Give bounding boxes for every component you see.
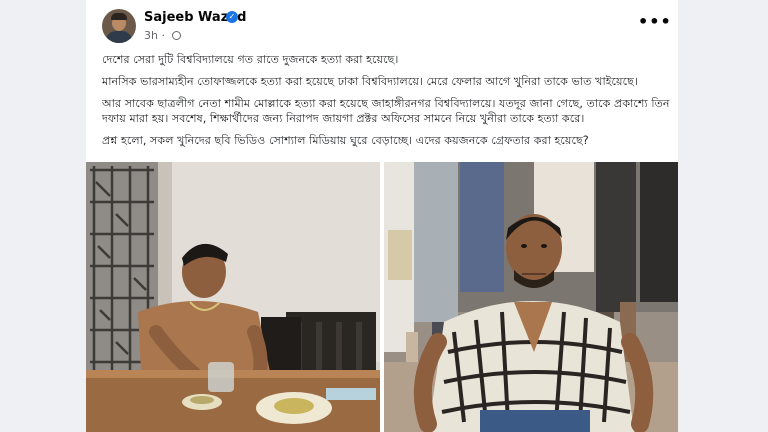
verified-badge-icon: ✓ <box>226 11 238 23</box>
post-paragraph: আর সাবেক ছাত্রলীগ নেতা শামীম মোল্লাকে হত… <box>102 97 670 125</box>
post-paragraph: মানসিক ভারসাম্যহীন তোফাজ্জলকে হত্যা করা … <box>102 75 638 88</box>
globe-icon <box>172 31 182 40</box>
post-paragraph: দেশের সেরা দুটি বিশ্ববিদ্যালয়ে গত রাতে … <box>102 53 399 66</box>
post-photo-left[interactable] <box>86 162 380 432</box>
photo-grid <box>86 162 678 432</box>
facebook-post: Sajeeb Wazed ✓ 3h · ••• দেশের সেরা দুটি … <box>86 0 678 432</box>
post-time[interactable]: 3h <box>144 29 158 42</box>
post-photo-right[interactable] <box>384 162 678 432</box>
post-meta: 3h · <box>144 29 182 42</box>
avatar[interactable] <box>102 9 136 43</box>
post-header: Sajeeb Wazed ✓ 3h · ••• <box>86 0 678 48</box>
post-paragraph: প্রশ্ন হলো, সকল খুনিদের ছবি ভিডিও সোশ্যা… <box>102 134 589 147</box>
separator: · <box>157 29 169 42</box>
post-body: দেশের সেরা দুটি বিশ্ববিদ্যালয়ে গত রাতে … <box>102 52 672 155</box>
more-options-icon[interactable]: ••• <box>638 12 672 31</box>
